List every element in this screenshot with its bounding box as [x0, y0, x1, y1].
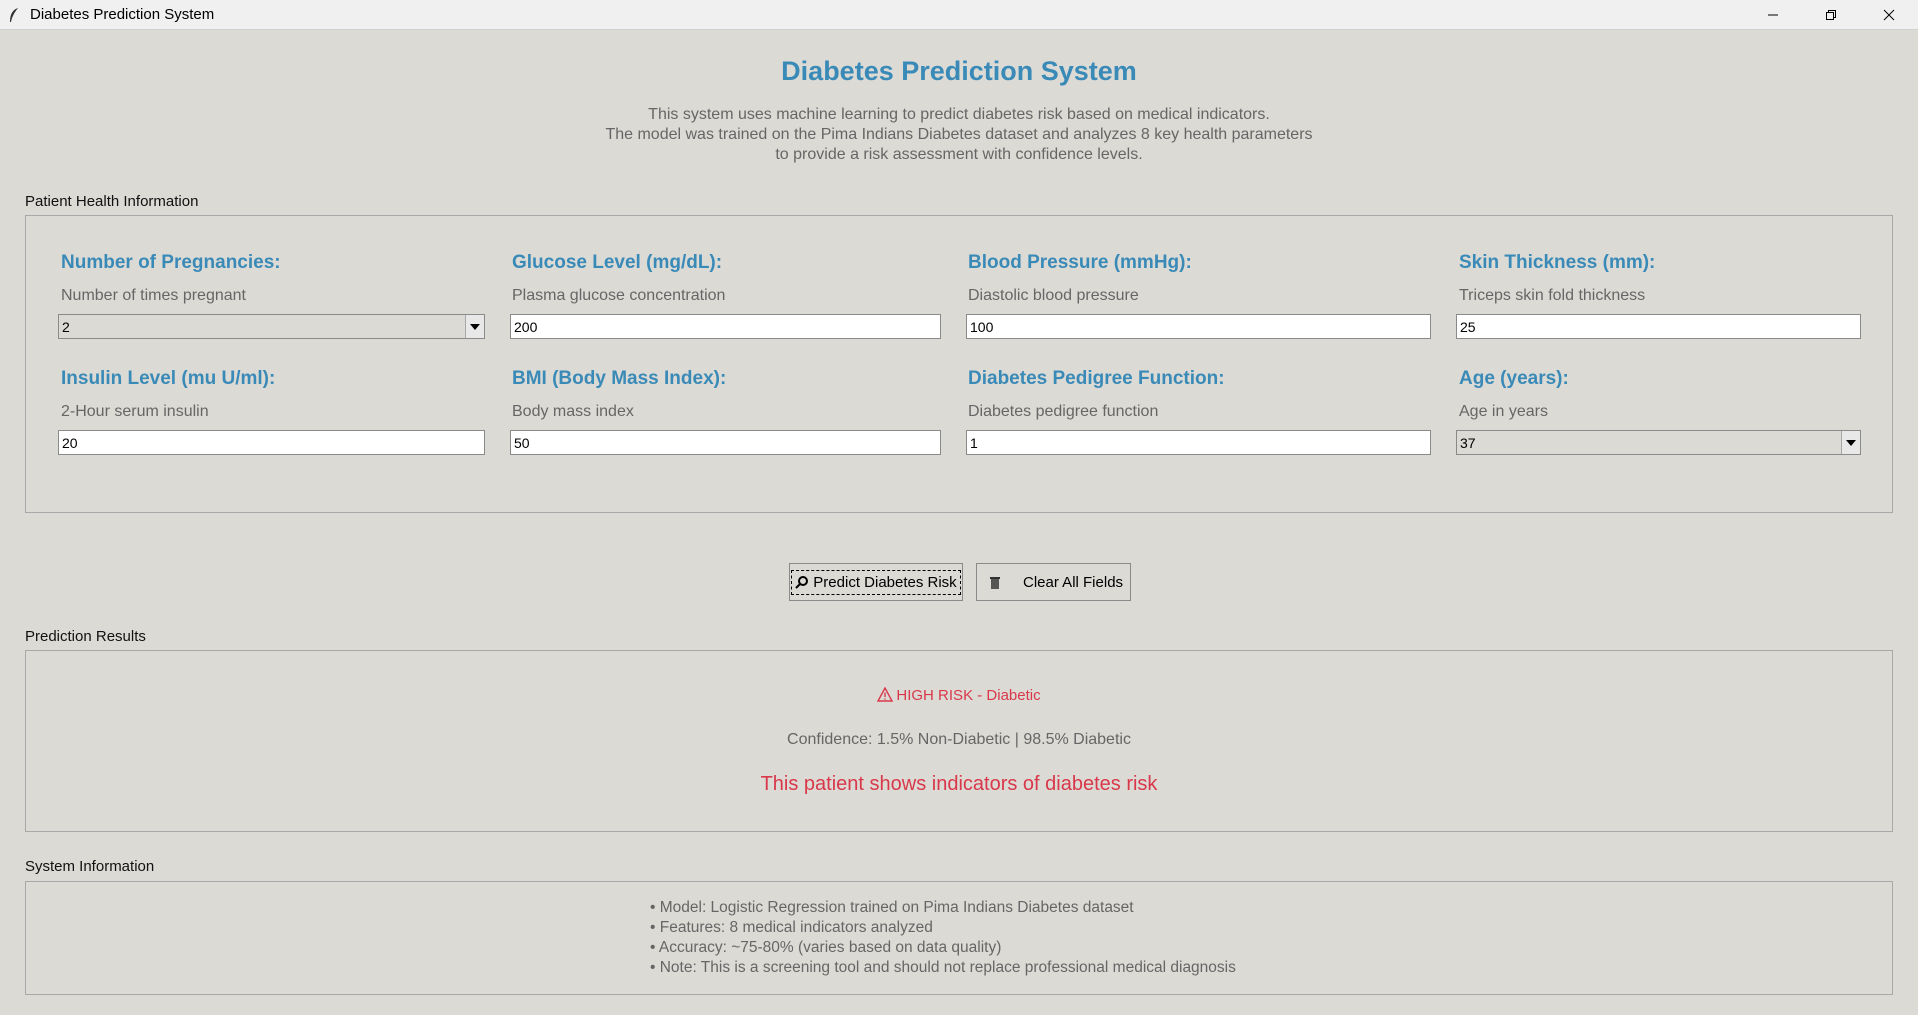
pregnancies-title: Number of Pregnancies:	[61, 252, 281, 273]
pregnancies-value: 2	[62, 319, 70, 335]
clear-button-label: Clear All Fields	[1023, 573, 1124, 591]
description-line: to provide a risk assessment with confid…	[775, 146, 1143, 163]
insulin-hint: 2-Hour serum insulin	[61, 403, 209, 420]
risk-status: HIGH RISK - Diabetic	[0, 686, 1918, 704]
pedigree-input[interactable]	[966, 430, 1431, 455]
minimize-button[interactable]	[1744, 0, 1802, 29]
skin-thickness-hint: Triceps skin fold thickness	[1459, 287, 1646, 304]
skin-thickness-title: Skin Thickness (mm):	[1459, 252, 1656, 273]
age-hint: Age in years	[1459, 403, 1548, 420]
glucose-hint: Plasma glucose concentration	[512, 287, 726, 304]
window-titlebar: Diabetes Prediction System	[0, 0, 1918, 30]
predict-button[interactable]: Predict Diabetes Risk	[789, 563, 963, 601]
glucose-title: Glucose Level (mg/dL):	[512, 252, 723, 273]
insulin-input[interactable]	[58, 430, 485, 455]
predict-button-label: Predict Diabetes Risk	[813, 573, 957, 591]
patient-section-label: Patient Health Information	[25, 193, 199, 210]
page-title: Diabetes Prediction System	[781, 56, 1137, 86]
chevron-down-icon[interactable]	[465, 315, 484, 338]
skin-thickness-input[interactable]	[1456, 314, 1861, 339]
chevron-down-icon[interactable]	[1841, 431, 1860, 454]
feather-icon	[6, 7, 22, 23]
minimize-icon	[1768, 14, 1778, 15]
system-info-item: • Note: This is a screening tool and sho…	[650, 959, 1236, 976]
blood-pressure-input[interactable]	[966, 314, 1431, 339]
pregnancies-combobox[interactable]: 2	[58, 314, 485, 339]
age-title: Age (years):	[1459, 368, 1569, 389]
close-button[interactable]	[1860, 0, 1918, 29]
restore-button[interactable]	[1802, 0, 1860, 29]
age-combobox[interactable]: 37	[1456, 430, 1861, 455]
system-info-item: • Features: 8 medical indicators analyze…	[650, 919, 933, 936]
system-info-item: • Model: Logistic Regression trained on …	[650, 899, 1134, 916]
trash-icon	[990, 577, 1000, 589]
bmi-input[interactable]	[510, 430, 941, 455]
system-info-list: • Model: Logistic Regression trained on …	[650, 898, 1236, 978]
description-line: The model was trained on the Pima Indian…	[605, 126, 1313, 143]
results-section-label: Prediction Results	[25, 628, 146, 645]
restore-icon	[1826, 9, 1836, 20]
system-info-label: System Information	[25, 858, 155, 875]
blood-pressure-title: Blood Pressure (mmHg):	[968, 252, 1192, 273]
description: This system uses machine learning to pre…	[0, 105, 1918, 165]
confidence-text: Confidence: 1.5% Non-Diabetic | 98.5% Di…	[787, 731, 1131, 748]
window-controls	[1744, 0, 1918, 29]
age-value: 37	[1460, 435, 1476, 451]
insulin-title: Insulin Level (mu U/ml):	[61, 368, 276, 389]
clear-button[interactable]: Clear All Fields	[976, 563, 1131, 601]
bmi-hint: Body mass index	[512, 403, 634, 420]
system-info-item: • Accuracy: ~75-80% (varies based on dat…	[650, 939, 1002, 956]
search-icon	[795, 576, 809, 589]
blood-pressure-hint: Diastolic blood pressure	[968, 287, 1139, 304]
pregnancies-hint: Number of times pregnant	[61, 287, 246, 304]
pedigree-title: Diabetes Pedigree Function:	[968, 368, 1225, 389]
pedigree-hint: Diabetes pedigree function	[968, 403, 1159, 420]
risk-status-text: HIGH RISK - Diabetic	[896, 687, 1041, 704]
glucose-input[interactable]	[510, 314, 941, 339]
description-line: This system uses machine learning to pre…	[648, 106, 1270, 123]
bmi-title: BMI (Body Mass Index):	[512, 368, 727, 389]
window-title: Diabetes Prediction System	[30, 6, 215, 23]
warning-icon	[877, 686, 894, 702]
close-icon	[1883, 9, 1895, 20]
result-message: This patient shows indicators of diabete…	[760, 773, 1158, 795]
